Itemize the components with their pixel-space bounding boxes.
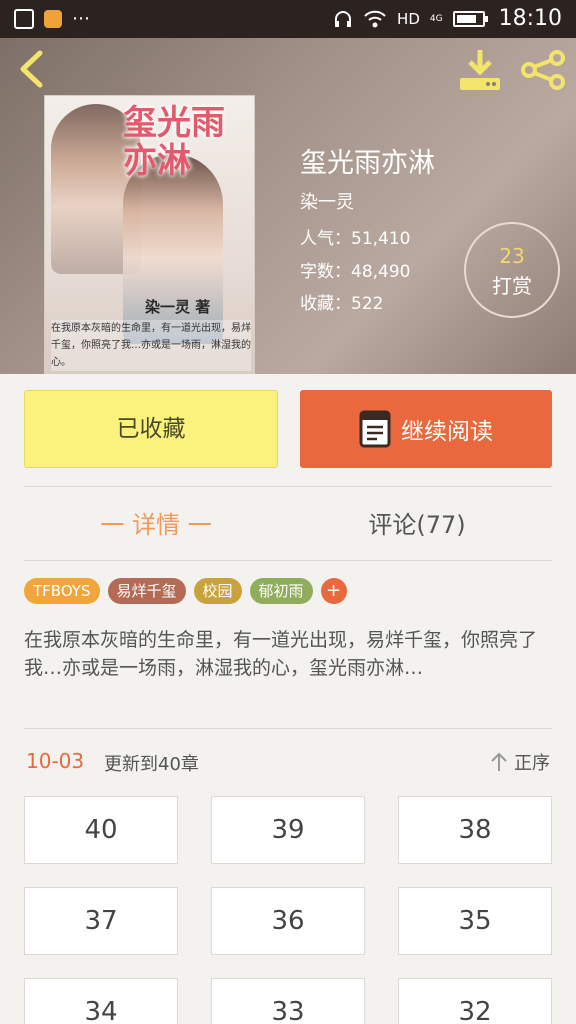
chapter-button[interactable]: 35 <box>398 887 552 955</box>
update-date: 10-03 <box>26 749 85 773</box>
wifi-icon <box>364 10 386 27</box>
chapter-button[interactable]: 38 <box>398 796 552 864</box>
screenshot-icon <box>14 9 34 29</box>
book-author[interactable]: 染一灵 <box>300 188 354 214</box>
tab-details[interactable]: 一 详情 一 <box>0 505 312 540</box>
book-title: 玺光雨亦淋 <box>300 148 435 179</box>
tag-campus[interactable]: 校园 <box>193 578 242 604</box>
sort-button[interactable]: 正序 <box>490 749 550 775</box>
chapter-button[interactable]: 40 <box>24 796 178 864</box>
headphones-icon <box>335 10 352 27</box>
system-icons: HD 4G 18:10 <box>333 6 562 31</box>
tag-tfboys[interactable]: TFBOYS <box>24 578 100 604</box>
favorites-stat: 收藏：522 <box>300 294 384 314</box>
chapter-button[interactable]: 33 <box>211 978 365 1024</box>
book-icon <box>359 410 391 448</box>
download-icon[interactable] <box>457 48 503 92</box>
arrow-up-icon <box>491 752 507 771</box>
continue-reading-button[interactable]: 继续阅读 <box>300 390 552 468</box>
continue-reading-label: 继续阅读 <box>401 419 493 445</box>
clock: 18:10 <box>498 6 562 31</box>
status-bar: ⋯ HD 4G 18:10 <box>0 0 576 38</box>
tip-count: 23 <box>499 244 525 268</box>
cover-title: 玺光雨亦淋 <box>123 103 225 181</box>
share-icon[interactable] <box>519 50 567 90</box>
favorite-button[interactable]: 已收藏 <box>24 390 278 468</box>
divider <box>24 486 552 487</box>
book-cover[interactable]: 玺光雨亦淋 染一灵 著 在我原本灰暗的生命里，有一道光出现，易烊千玺，你照亮了我… <box>44 95 255 374</box>
divider <box>24 560 552 561</box>
update-text: 更新到40章 <box>104 754 199 775</box>
cover-author: 染一灵 著 <box>145 298 211 316</box>
word-count-stat: 字数：48,490 <box>300 262 411 282</box>
network-label: HD <box>397 9 420 28</box>
back-icon[interactable] <box>14 50 50 88</box>
chapter-button[interactable]: 36 <box>211 887 365 955</box>
chapter-button[interactable]: 32 <box>398 978 552 1024</box>
divider <box>24 728 552 729</box>
signal-icon: 4G <box>429 13 443 24</box>
tag-yuchuyu[interactable]: 郁初雨 <box>249 578 313 604</box>
app-notification-icon <box>44 10 62 28</box>
tip-label: 打赏 <box>492 274 532 298</box>
book-description: 在我原本灰暗的生命里，有一道光出现，易烊千玺，你照亮了我…亦或是一场雨，淋湿我的… <box>24 629 538 679</box>
notification-icons: ⋯ <box>14 9 90 29</box>
tip-button[interactable]: 23 打赏 <box>464 222 560 318</box>
chapter-button[interactable]: 37 <box>24 887 178 955</box>
book-header: 玺光雨亦淋 染一灵 著 在我原本灰暗的生命里，有一道光出现，易烊千玺，你照亮了我… <box>0 38 576 374</box>
tag-list: TFBOYS 易烊千玺 校园 郁初雨 + <box>24 578 347 604</box>
chapter-button[interactable]: 34 <box>24 978 178 1024</box>
chapter-button[interactable]: 39 <box>211 796 365 864</box>
tag-yiyangqianxi[interactable]: 易烊千玺 <box>107 578 186 604</box>
more-notifications-icon: ⋯ <box>72 8 90 29</box>
add-tag-button[interactable]: + <box>320 578 347 604</box>
sort-label: 正序 <box>514 753 550 774</box>
battery-level <box>456 14 476 23</box>
cover-blurb: 在我原本灰暗的生命里，有一道光出现，易烊千玺，你照亮了我…亦或是一场雨，淋湿我的… <box>51 320 251 371</box>
battery-icon <box>452 10 488 27</box>
popularity-stat: 人气：51,410 <box>300 229 411 249</box>
tab-comments[interactable]: 评论(77) <box>312 505 522 540</box>
